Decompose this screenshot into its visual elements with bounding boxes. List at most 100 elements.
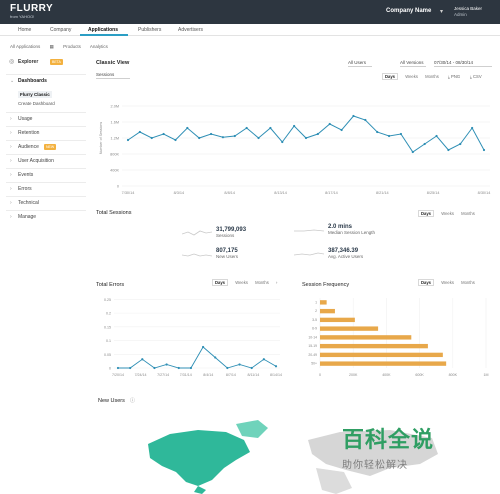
- period-weeks[interactable]: Weeks: [441, 280, 454, 285]
- tab-applications[interactable]: Applications: [88, 27, 118, 33]
- metric-select[interactable]: Sessions: [96, 72, 130, 79]
- y-tick-label: 10-14: [308, 335, 317, 339]
- y-tick-label: 0.1: [106, 339, 111, 343]
- period-weeks[interactable]: Weeks: [235, 280, 248, 285]
- period-days[interactable]: Days: [418, 210, 435, 217]
- session-frequency-title: Session Frequency: [302, 282, 350, 288]
- data-point: [387, 134, 391, 138]
- x-tick-label: 8/8/14: [224, 191, 235, 195]
- period-days[interactable]: Days: [382, 73, 399, 80]
- data-point: [165, 363, 168, 366]
- kpi-avg-active-users: 387,346.39 Avg. Active Users: [328, 248, 398, 259]
- grid-icon: ▦: [49, 44, 54, 49]
- sidebar-item-manage[interactable]: › Manage: [6, 210, 86, 222]
- sidebar-item-user-acquisition[interactable]: › User Acquisition: [6, 154, 86, 166]
- sidebar-item-events[interactable]: › Events: [6, 168, 86, 180]
- sidebar-item-audience[interactable]: › Audience NEW: [6, 140, 86, 152]
- data-point: [238, 363, 241, 366]
- sidebar-item-dashboards[interactable]: ⌄ Dashboards: [6, 74, 86, 86]
- y-tick-label: 6-9: [312, 327, 317, 331]
- bar: [320, 317, 355, 323]
- breadcrumb-all-apps[interactable]: All Applications: [10, 44, 40, 49]
- period-months[interactable]: Months: [425, 74, 439, 79]
- sidebar-item-errors[interactable]: › Errors: [6, 182, 86, 194]
- sidebar-item-retention[interactable]: › Retention: [6, 126, 86, 138]
- logo-subtext: from YAHOO!: [10, 14, 35, 19]
- user-name: Jessica Baker: [454, 6, 483, 11]
- kpi-median-session-length: 2.0 mins Median Session Length: [328, 224, 388, 235]
- x-tick-label: 7/30/14: [122, 191, 135, 195]
- bar: [320, 300, 327, 305]
- period-weeks[interactable]: Weeks: [441, 211, 454, 216]
- period-months[interactable]: Months: [255, 280, 269, 285]
- map-greenland: [236, 420, 268, 438]
- date-range-picker[interactable]: 07/30/14 - 08/30/14: [434, 60, 492, 67]
- data-point: [262, 358, 265, 361]
- flurry-logo[interactable]: FLURRY from YAHOO!: [10, 4, 53, 19]
- user-menu[interactable]: Jessica Baker Admin: [454, 6, 482, 18]
- users-filter-select[interactable]: All Users: [348, 60, 372, 67]
- period-days[interactable]: Days: [418, 279, 435, 286]
- watermark: 百科全说 助你轻松解决: [342, 422, 434, 471]
- x-tick-label: 8/4/14: [203, 373, 213, 377]
- kpi-label: Avg. Active Users: [328, 254, 364, 259]
- versions-filter-select[interactable]: All Versions: [400, 60, 426, 67]
- kpi-label: Sessions: [216, 233, 235, 238]
- data-point: [201, 345, 205, 349]
- data-point: [245, 126, 248, 130]
- x-tick-label: 8/25/14: [427, 191, 440, 195]
- watermark-sub-text: 助你轻松解决: [342, 460, 408, 471]
- company-selector[interactable]: Company Name: [386, 8, 431, 14]
- errors-more-button[interactable]: ›: [276, 280, 277, 285]
- export-csv-button[interactable]: ⤓ CSV: [470, 74, 482, 79]
- beta-badge: BETA: [50, 59, 63, 65]
- tab-publishers[interactable]: Publishers: [138, 27, 161, 33]
- sidebar-sub-create-dashboard[interactable]: Create Dashboard: [18, 101, 55, 106]
- data-point: [198, 136, 201, 140]
- audience-label: Audience: [18, 144, 39, 150]
- technical-label: Technical: [18, 200, 39, 206]
- session-length-sparkline: [294, 229, 324, 232]
- tab-advertisers[interactable]: Advertisers: [178, 27, 203, 33]
- active-users-sparkline: [294, 252, 324, 256]
- chevron-right-icon: ›: [10, 158, 12, 164]
- chevron-down-icon[interactable]: ▾: [440, 8, 443, 15]
- new-badge: NEW: [44, 144, 57, 150]
- tab-home[interactable]: Home: [18, 27, 31, 33]
- total-errors-title: Total Errors: [96, 282, 125, 288]
- breadcrumb-analytics[interactable]: Analytics: [90, 44, 108, 49]
- data-point: [221, 136, 225, 139]
- data-point: [471, 126, 474, 130]
- data-point: [233, 134, 236, 138]
- data-point: [177, 366, 180, 370]
- data-point: [274, 365, 278, 368]
- period-months[interactable]: Months: [461, 211, 475, 216]
- x-tick-label: 7/31/14: [180, 373, 192, 377]
- data-point: [257, 136, 260, 140]
- data-point: [316, 132, 319, 136]
- sidebar-sub-flurry-classic[interactable]: Flurry Classic: [18, 91, 52, 98]
- data-point: [304, 136, 308, 140]
- info-icon[interactable]: ⓘ: [130, 397, 135, 404]
- export-png-button[interactable]: ⤓ PNG: [448, 74, 460, 79]
- x-tick-label: 8/17/14: [325, 191, 338, 195]
- tab-company[interactable]: Company: [50, 27, 71, 33]
- series-line: [127, 115, 485, 153]
- errors-label: Errors: [18, 186, 32, 192]
- period-days[interactable]: Days: [212, 279, 229, 286]
- sidebar-item-explorer[interactable]: ◎ Explorer BETA: [6, 56, 86, 68]
- total-sessions-title: Total Sessions: [96, 210, 132, 216]
- new-users-title: New Users: [98, 398, 125, 404]
- y-tick-label: 0.25: [104, 298, 111, 302]
- sidebar-item-usage[interactable]: › Usage: [6, 112, 86, 124]
- period-months[interactable]: Months: [461, 280, 475, 285]
- events-label: Events: [18, 172, 34, 178]
- data-point: [376, 130, 379, 134]
- breadcrumb-products[interactable]: Products: [63, 44, 81, 49]
- period-weeks[interactable]: Weeks: [405, 74, 418, 79]
- data-point: [162, 132, 165, 136]
- data-point: [423, 142, 426, 146]
- chevron-right-icon: ›: [10, 172, 12, 178]
- data-point: [138, 130, 141, 134]
- sidebar-item-technical[interactable]: › Technical: [6, 196, 86, 208]
